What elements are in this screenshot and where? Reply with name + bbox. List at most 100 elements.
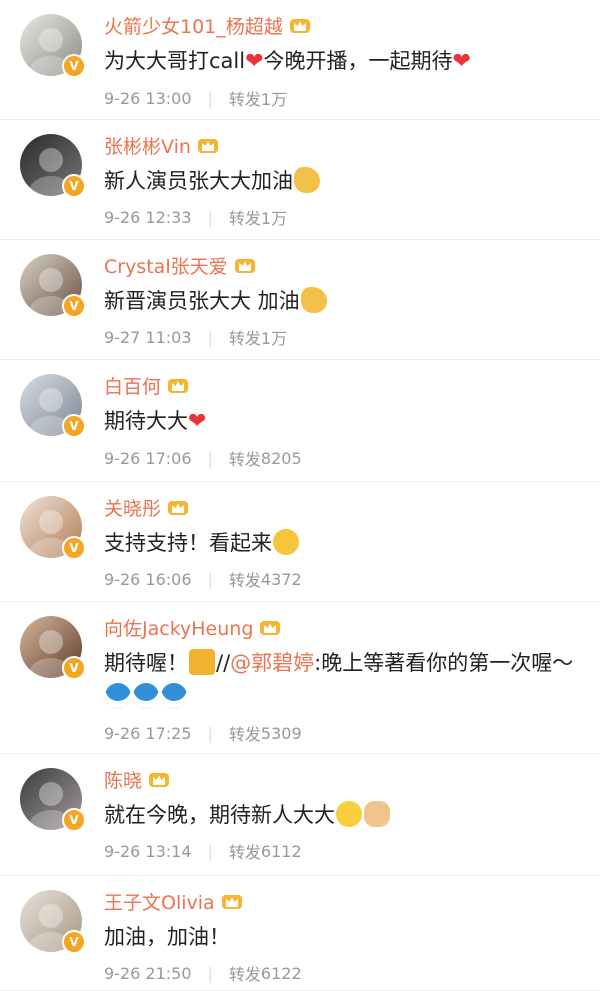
text-segment: 新人演员张大大加油 <box>104 169 293 193</box>
avatar[interactable]: V <box>20 14 86 78</box>
name-row: 关晓彤 <box>104 492 588 522</box>
avatar[interactable]: V <box>20 374 86 438</box>
username-link[interactable]: 陈晓 <box>104 766 142 793</box>
username-link[interactable]: 关晓彤 <box>104 494 161 521</box>
timestamp: 9-26 13:14 <box>104 841 192 861</box>
divider: | <box>207 448 213 468</box>
timestamp: 9-26 12:33 <box>104 207 192 227</box>
comment-text: 期待喔！ //@郭碧婷:晚上等著看你的第一次喔～ <box>104 646 588 714</box>
comment-body: 白百何 期待大大❤ 9-26 17:06 | 转发 8205 <box>104 370 588 470</box>
vip-crown-icon <box>234 256 256 274</box>
avatar[interactable]: V <box>20 890 86 954</box>
heart-icon: ❤ <box>188 409 207 434</box>
text-segment: 新晋演员张大大 加油 <box>104 289 300 313</box>
comment-item[interactable]: V 关晓彤支持支持！看起来 9-26 16:06 | 转发 4372 <box>0 482 600 602</box>
repost-label[interactable]: 转发 <box>229 567 261 591</box>
comment-text: 新晋演员张大大 加油 <box>104 284 588 318</box>
text-segment: 期待喔！ <box>104 651 188 675</box>
thumb-icon <box>364 801 390 827</box>
avatar[interactable]: V <box>20 768 86 832</box>
comment-item[interactable]: V 白百何 期待大大❤ 9-26 17:06 | 转发 8205 <box>0 360 600 482</box>
divider: | <box>207 963 213 983</box>
comment-text: 支持支持！看起来 <box>104 526 588 560</box>
divider: | <box>207 841 213 861</box>
comment-body: 关晓彤支持支持！看起来 9-26 16:06 | 转发 4372 <box>104 492 588 591</box>
comment-feed: V 火箭少女101_杨超越 为大大哥打call❤今晚开播，一起期待❤ 9-26 13:… <box>0 0 600 991</box>
repost-label[interactable]: 转发 <box>229 325 261 349</box>
username-link[interactable]: 张彬彬Vin <box>104 132 191 159</box>
repost-count: 1万 <box>260 90 288 109</box>
heart-icon: ❤ <box>452 49 471 74</box>
comment-item[interactable]: V 王子文Olivia 加油，加油！ 9-26 21:50 | 转发 6122 <box>0 876 600 991</box>
text-segment: 今晚开播，一起期待 <box>263 49 453 73</box>
name-row: 白百何 <box>104 370 588 400</box>
comment-item[interactable]: V 陈晓就在今晚，期待新人大大 9-26 13:14 | 转发 6112 <box>0 754 600 876</box>
divider: | <box>207 723 213 743</box>
comment-text: 期待大大❤ <box>104 404 588 439</box>
timestamp: 9-26 17:25 <box>104 723 192 743</box>
text-segment: 期待大大 <box>104 409 188 433</box>
dora-icon <box>105 683 131 709</box>
divider: | <box>207 88 213 108</box>
repost-label[interactable]: 转发 <box>229 86 261 110</box>
comment-item[interactable]: V 张彬彬Vin 新人演员张大大加油 9-26 12:33 | 转发 1万 <box>0 120 600 240</box>
vip-crown-icon <box>221 892 243 910</box>
name-row: 向佐JackyHeung <box>104 612 588 642</box>
username-link[interactable]: 火箭少女101_杨超越 <box>104 12 283 39</box>
username-link[interactable]: 白百何 <box>104 372 161 399</box>
repost-count: 4372 <box>260 569 302 589</box>
verified-badge-icon: V <box>62 536 86 560</box>
username-link[interactable]: 向佐JackyHeung <box>104 614 253 641</box>
repost-count: 1万 <box>260 209 288 228</box>
comment-meta: 9-26 21:50 | 转发 6122 <box>104 961 588 985</box>
verified-badge-icon: V <box>62 174 86 198</box>
comment-meta: 9-26 13:14 | 转发 6112 <box>104 839 588 863</box>
repost-label[interactable]: 转发 <box>229 446 261 470</box>
name-row: 火箭少女101_杨超越 <box>104 10 588 40</box>
divider: | <box>207 569 213 589</box>
mention-link[interactable]: @郭碧婷 <box>230 651 314 675</box>
comment-body: 张彬彬Vin 新人演员张大大加油 9-26 12:33 | 转发 1万 <box>104 130 588 228</box>
repost-label[interactable]: 转发 <box>229 721 261 745</box>
avatar[interactable]: V <box>20 616 86 680</box>
comment-body: Crystal张天爱 新晋演员张大大 加油 9-27 11:03 | 转发 1万 <box>104 250 588 348</box>
text-segment: 为大大哥打call <box>104 49 246 73</box>
comment-item[interactable]: V 火箭少女101_杨超越 为大大哥打call❤今晚开播，一起期待❤ 9-26 13:… <box>0 0 600 120</box>
comment-body: 火箭少女101_杨超越 为大大哥打call❤今晚开播，一起期待❤ 9-26 13:0… <box>104 10 588 110</box>
comment-text: 就在今晚，期待新人大大 <box>104 798 588 832</box>
repost-label[interactable]: 转发 <box>229 961 261 985</box>
avatar[interactable]: V <box>20 134 86 198</box>
name-row: 陈晓 <box>104 764 588 794</box>
vip-crown-icon <box>197 136 219 154</box>
username-link[interactable]: 王子文Olivia <box>104 888 215 915</box>
repost-count: 6112 <box>260 841 302 861</box>
username-link[interactable]: Crystal张天爱 <box>104 252 228 279</box>
comment-item[interactable]: V 向佐JackyHeung 期待喔！ //@郭碧婷:晚上等著看你的第一次喔～ 9-26… <box>0 602 600 754</box>
comment-item[interactable]: V Crystal张天爱 新晋演员张大大 加油 9-27 11:03 | 转发 1万 <box>0 240 600 360</box>
muscle-icon <box>294 167 320 193</box>
comment-meta: 9-26 17:06 | 转发 8205 <box>104 446 588 470</box>
repost-count: 1万 <box>260 329 288 348</box>
timestamp: 9-27 11:03 <box>104 327 192 347</box>
repost-label[interactable]: 转发 <box>229 839 261 863</box>
verified-badge-icon: V <box>62 808 86 832</box>
text-segment: :晚上等著看你的第一次喔～ <box>314 651 574 675</box>
vip-crown-icon <box>167 376 189 394</box>
verified-badge-icon: V <box>62 930 86 954</box>
name-row: Crystal张天爱 <box>104 250 588 280</box>
beer-icon <box>189 649 215 675</box>
comment-meta: 9-26 13:00 | 转发 1万 <box>104 86 588 110</box>
repost-label[interactable]: 转发 <box>229 205 261 229</box>
vip-crown-icon <box>148 770 170 788</box>
repost-count: 8205 <box>260 448 302 468</box>
comment-meta: 9-26 12:33 | 转发 1万 <box>104 205 588 229</box>
text-segment: 支持支持！看起来 <box>104 531 272 555</box>
comment-body: 王子文Olivia 加油，加油！ 9-26 21:50 | 转发 6122 <box>104 886 588 985</box>
dora-icon <box>133 683 159 709</box>
name-row: 张彬彬Vin <box>104 130 588 160</box>
avatar[interactable]: V <box>20 254 86 318</box>
dora-icon <box>161 683 187 709</box>
avatar[interactable]: V <box>20 496 86 560</box>
timestamp: 9-26 16:06 <box>104 569 192 589</box>
repost-count: 5309 <box>260 723 302 743</box>
